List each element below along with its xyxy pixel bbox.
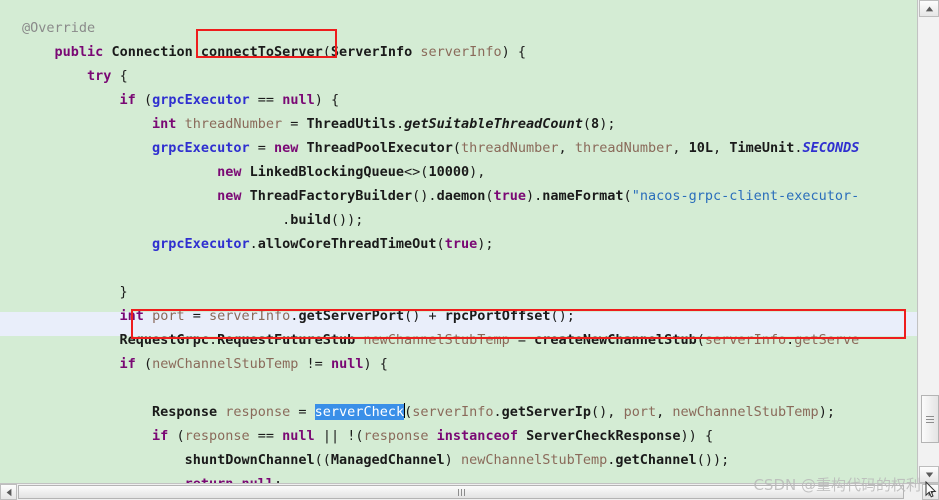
scroll-left-arrow-icon[interactable]	[0, 484, 17, 500]
code-line-7: new LinkedBlockingQueue<>(10000),	[0, 160, 485, 184]
code-line-9: .build());	[0, 208, 363, 232]
code-line-text: int threadNumber = ThreadUtils.getSuitab…	[152, 116, 616, 132]
code-line-17: Response response = serverCheck(serverIn…	[0, 400, 835, 424]
code-line-text: @Override	[22, 20, 96, 36]
code-line-text: new LinkedBlockingQueue<>(10000),	[217, 164, 486, 180]
code-line-text: Response response = serverCheck(serverIn…	[152, 403, 835, 420]
scrollbar-grip-icon	[926, 414, 934, 425]
code-line-4: if (grpcExecutor == null) {	[0, 88, 340, 112]
code-line-2: public Connection connectToServer(Server…	[0, 40, 527, 64]
code-line-text: grpcExecutor = new ThreadPoolExecutor(th…	[152, 140, 860, 156]
code-line-text: int port = serverInfo.getServerPort() + …	[119, 308, 575, 324]
code-line-text: RequestGrpc.RequestFutureStub newChannel…	[119, 332, 860, 348]
code-line-1: @Override	[0, 16, 95, 40]
code-line-18: if (response == null || !(response insta…	[0, 424, 713, 448]
selected-token[interactable]: serverCheck	[314, 404, 405, 420]
code-line-text: if (grpcExecutor == null) {	[119, 92, 340, 108]
code-line-13: int port = serverInfo.getServerPort() + …	[0, 304, 575, 328]
code-line-5: int threadNumber = ThreadUtils.getSuitab…	[0, 112, 615, 136]
scrollbar-grip-icon-horizontal	[457, 488, 465, 496]
code-line-text: grpcExecutor.allowCoreThreadTimeOut(true…	[152, 236, 494, 252]
code-line-text: if (response == null || !(response insta…	[152, 428, 714, 444]
vertical-scrollbar-track[interactable]	[919, 17, 939, 466]
code-line-20: return null;	[0, 472, 283, 483]
code-line-text: new ThreadFactoryBuilder().daemon(true).…	[217, 188, 860, 204]
scroll-down-arrow-icon[interactable]	[919, 466, 939, 483]
scroll-right-arrow-icon[interactable]	[922, 484, 939, 500]
horizontal-scrollbar-thumb[interactable]	[18, 485, 904, 499]
code-line-12: }	[0, 280, 128, 304]
code-editor[interactable]: @Override public Connection connectToSer…	[0, 0, 939, 500]
code-line-text: shuntDownChannel((ManagedChannel) newCha…	[184, 452, 730, 468]
horizontal-scrollbar[interactable]	[0, 483, 939, 500]
code-body[interactable]: @Override public Connection connectToSer…	[0, 0, 917, 483]
code-line-3: try {	[0, 64, 128, 88]
code-line-text: try {	[87, 68, 128, 84]
code-line-19: shuntDownChannel((ManagedChannel) newCha…	[0, 448, 730, 472]
code-line-text: .build());	[282, 212, 364, 228]
scroll-up-arrow-icon[interactable]	[919, 0, 939, 17]
code-line-6: grpcExecutor = new ThreadPoolExecutor(th…	[0, 136, 859, 160]
code-line-10: grpcExecutor.allowCoreThreadTimeOut(true…	[0, 232, 493, 256]
vertical-scrollbar-thumb[interactable]	[921, 395, 939, 443]
code-line-15: if (newChannelStubTemp != null) {	[0, 352, 388, 376]
code-line-14: RequestGrpc.RequestFutureStub newChannel…	[0, 328, 860, 352]
code-line-text: public Connection connectToServer(Server…	[54, 44, 527, 60]
code-line-text: if (newChannelStubTemp != null) {	[119, 356, 388, 372]
code-line-8: new ThreadFactoryBuilder().daemon(true).…	[0, 184, 859, 208]
code-line-text: }	[119, 284, 128, 300]
code-line-text: return null;	[0, 472, 283, 483]
vertical-scrollbar[interactable]	[917, 0, 939, 483]
